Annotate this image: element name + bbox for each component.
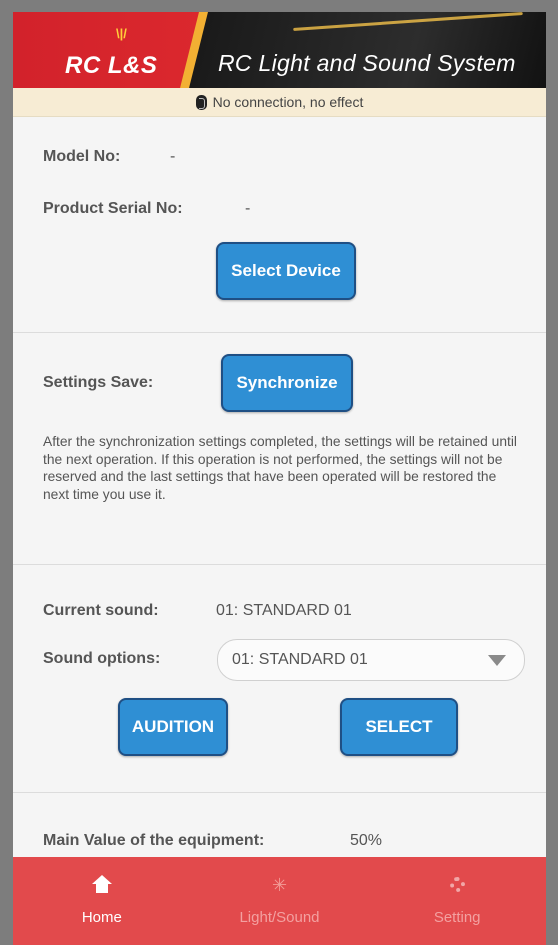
nav-label-light-sound: Light/Sound (239, 909, 320, 926)
logo-rays-icon: \|/ (116, 26, 127, 41)
dropdown-arrow-icon (488, 655, 506, 666)
section-divider (13, 564, 546, 565)
section-divider (13, 332, 546, 333)
bottom-navigation: Home ✳ Light/Sound Setting (13, 857, 546, 945)
app-header: \|/ RC L&S RC Light and Sound System (13, 12, 546, 88)
connection-status-text: No connection, no effect (212, 94, 364, 110)
audition-button[interactable]: AUDITION (118, 698, 228, 756)
gear-icon (449, 877, 465, 892)
nav-item-home[interactable]: Home (13, 857, 191, 945)
settings-save-label: Settings Save: (43, 374, 154, 391)
connection-status-bar: No connection, no effect (13, 88, 546, 117)
app-logo: RC L&S (65, 52, 158, 79)
model-no-label: Model No: (43, 148, 121, 165)
select-sound-button[interactable]: SELECT (340, 698, 458, 756)
model-no-value: - (170, 148, 176, 165)
main-value-value: 50% (350, 832, 383, 849)
nav-item-setting[interactable]: Setting (368, 857, 546, 945)
app-screen: \|/ RC L&S RC Light and Sound System No … (13, 12, 546, 945)
serial-no-label: Product Serial No: (43, 200, 183, 217)
serial-no-value: - (245, 200, 251, 217)
synchronize-button[interactable]: Synchronize (221, 354, 353, 412)
sound-options-label: Sound options: (43, 650, 161, 667)
home-icon (91, 875, 112, 893)
nav-label-home: Home (81, 909, 122, 926)
select-device-button[interactable]: Select Device (216, 242, 356, 300)
bluetooth-icon (195, 94, 207, 110)
sync-description: After the synchronization settings compl… (43, 434, 517, 502)
sound-options-value: 01: STANDARD 01 (232, 651, 368, 668)
sound-options-select[interactable]: 01: STANDARD 01 (217, 639, 525, 681)
main-value-label: Main Value of the equipment: (43, 832, 265, 849)
current-sound-label: Current sound: (43, 602, 159, 619)
app-subtitle: RC Light and Sound System (218, 50, 516, 76)
section-divider (13, 792, 546, 793)
light-icon: ✳ (271, 875, 288, 895)
nav-item-light-sound[interactable]: ✳ Light/Sound (191, 857, 369, 945)
nav-label-setting: Setting (433, 909, 481, 926)
current-sound-value: 01: STANDARD 01 (216, 602, 352, 619)
